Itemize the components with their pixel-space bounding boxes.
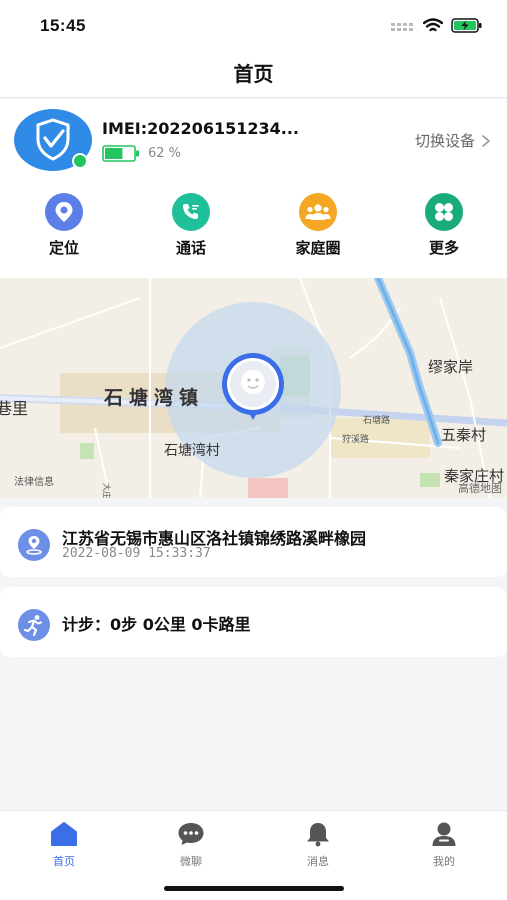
- tab-profile[interactable]: 我的: [404, 821, 484, 869]
- location-pin-icon: [45, 193, 83, 231]
- map-label-road3: 大庄路: [102, 483, 112, 498]
- map-label-wuqin: 五秦村: [441, 426, 486, 444]
- tab-messages[interactable]: 消息: [278, 821, 358, 869]
- tab-label: 首页: [53, 855, 75, 868]
- location-pin-icon: [18, 529, 50, 561]
- quick-action-call[interactable]: 通话: [151, 193, 231, 258]
- status-time: 15:45: [40, 16, 86, 35]
- online-status-dot: [72, 153, 88, 169]
- location-timestamp: 2022-08-09 15:33:37: [62, 546, 211, 561]
- running-icon: [18, 609, 50, 641]
- switch-device-label: 切换设备: [414, 132, 475, 150]
- map-legal-info-link: 法律信息: [14, 475, 54, 488]
- chat-bubble-icon: [178, 823, 204, 845]
- map-label-road2: 狩溪路: [342, 433, 369, 445]
- battery-percent: 62 %: [148, 146, 182, 161]
- quick-action-family[interactable]: 家庭圈: [278, 193, 358, 258]
- page-title: 首页: [233, 62, 274, 86]
- tab-home[interactable]: 首页: [24, 821, 104, 869]
- quick-action-label: 家庭圈: [295, 239, 341, 257]
- device-header[interactable]: IMEI:202206151234... 62 % 切换设备: [0, 99, 507, 189]
- location-card[interactable]: 江苏省无锡市惠山区洛社镇锦绣路溪畔橡园 2022-08-09 15:33:37: [0, 507, 507, 577]
- map-canvas[interactable]: 石塘湾镇 石塘湾村 巷里 缪家岸 五秦村 秦家庄村 石塘路 狩溪路 大庄路 法律…: [0, 278, 507, 498]
- tab-chat[interactable]: 微聊: [151, 821, 231, 869]
- quick-actions: 定位 通话 家庭圈 更多: [0, 189, 507, 278]
- battery-charging-icon: [451, 18, 482, 33]
- quick-action-locate[interactable]: 定位: [24, 193, 104, 258]
- profile-icon: [432, 822, 456, 846]
- map-label-village: 石塘湾村: [164, 442, 220, 459]
- battery-icon: [102, 145, 139, 162]
- quick-action-label: 定位: [48, 239, 79, 257]
- home-indicator: [164, 886, 344, 891]
- map-provider-logo: 高德地图: [458, 481, 502, 495]
- chevron-right-icon: [482, 134, 490, 147]
- phone-call-icon: [172, 193, 210, 231]
- quick-action-label: 更多: [428, 239, 459, 257]
- tab-label: 消息: [307, 855, 329, 868]
- device-imei: IMEI:202206151234...: [102, 119, 299, 138]
- device-battery: 62 %: [102, 145, 181, 162]
- quick-action-more[interactable]: 更多: [404, 193, 484, 258]
- map-label-road1: 石塘路: [363, 414, 390, 426]
- status-icons: [391, 18, 483, 33]
- home-icon: [51, 822, 77, 846]
- more-grid-icon: [425, 193, 463, 231]
- bell-icon: [307, 823, 329, 847]
- tab-label: 我的: [433, 855, 455, 868]
- step-counter-card[interactable]: 计步：0步 0公里 0卡路里: [0, 587, 507, 657]
- tab-label: 微聊: [180, 855, 202, 868]
- family-group-icon: [299, 193, 337, 231]
- map-label-town: 石塘湾镇: [103, 386, 204, 409]
- map-label-left-edge: 巷里: [0, 399, 28, 418]
- quick-action-label: 通话: [175, 239, 206, 257]
- step-summary: 计步：0步 0公里 0卡路里: [62, 615, 251, 634]
- location-map[interactable]: 石塘湾镇 石塘湾村 巷里 缪家岸 五秦村 秦家庄村 石塘路 狩溪路 大庄路 法律…: [0, 278, 507, 498]
- switch-device-button[interactable]: 切换设备: [415, 130, 491, 151]
- status-bar: 15:45: [0, 0, 507, 52]
- nav-bar: 首页: [0, 52, 507, 98]
- map-label-miaojiaan: 缪家岸: [428, 358, 473, 376]
- signal-icon: [391, 22, 413, 31]
- wifi-icon: [423, 18, 443, 32]
